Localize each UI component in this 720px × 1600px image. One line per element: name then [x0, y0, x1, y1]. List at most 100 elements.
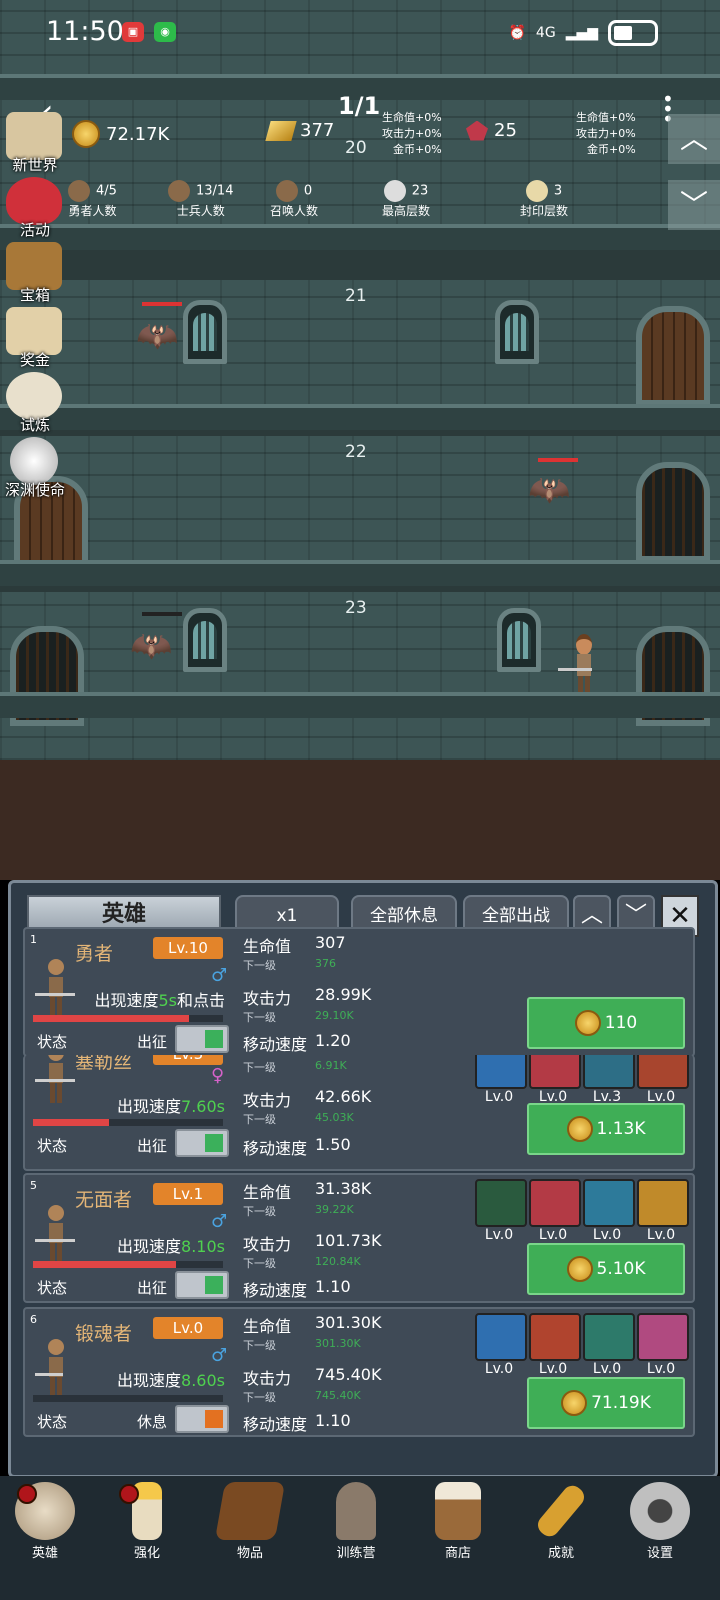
app-notification-icon: ▣	[122, 22, 144, 42]
side-item-label: 试炼	[19, 416, 50, 434]
equip-slot[interactable]: Lv.0	[637, 1179, 689, 1243]
equip-slot[interactable]: Lv.0	[529, 1055, 581, 1105]
atk-value: 28.99K	[315, 985, 372, 1004]
equip-slot[interactable]: Lv.3	[583, 1055, 635, 1105]
equip-slot[interactable]: Lv.0	[475, 1313, 527, 1377]
stat-value: 13/14	[196, 183, 234, 199]
side-item-trial[interactable]: 试炼	[0, 372, 70, 437]
nav-heroes[interactable]: 英雄	[5, 1482, 85, 1561]
equip-slot[interactable]: Lv.0	[637, 1313, 689, 1377]
atk-next-value: 45.03K	[315, 1111, 354, 1124]
next-label: 下一级	[243, 1011, 276, 1024]
stat-label: 封印层数	[520, 204, 569, 218]
deploy-toggle[interactable]	[175, 1129, 229, 1157]
side-item-bonus[interactable]: 奖金	[0, 307, 70, 372]
nav-label: 商店	[444, 1546, 471, 1561]
move-label: 移动速度	[243, 1281, 308, 1300]
equipment-slots: Lv.0 Lv.0 Lv.0 Lv.0	[475, 1179, 689, 1243]
coin-counter: 72.17K	[72, 120, 169, 148]
atk-value: 42.66K	[315, 1087, 372, 1106]
upgrade-button[interactable]: 5.10K	[527, 1243, 685, 1295]
hero-icon	[68, 180, 90, 202]
coin-icon	[566, 1116, 593, 1142]
equip-slot[interactable]: Lv.0	[583, 1313, 635, 1377]
side-item-events[interactable]: 活动	[0, 177, 70, 242]
seal-floor: 3 封印层数	[520, 180, 568, 219]
bottom-nav: 英雄 强化 物品 训练营 商店 成就 设置	[0, 1476, 720, 1600]
equip-level: Lv.0	[484, 1361, 514, 1377]
upgrade-button[interactable]: 110	[527, 997, 685, 1049]
gem-counter: 25	[466, 120, 517, 141]
nav-shop[interactable]: 商店	[418, 1482, 498, 1561]
side-item-new-world[interactable]: 新世界	[0, 112, 70, 177]
spawn-speed: 出现速度7.60s	[117, 1097, 225, 1116]
hero-portrait	[35, 1055, 75, 1103]
equip-level: Lv.0	[592, 1227, 622, 1243]
equip-slot[interactable]: Lv.0	[475, 1179, 527, 1243]
window	[183, 608, 227, 672]
nav-settings[interactable]: 设置	[620, 1482, 700, 1561]
page-indicator: 1/1	[338, 92, 381, 120]
atk-next-value: 120.84K	[315, 1255, 361, 1268]
system-icons: ⏰ 4G ▂▄▆	[508, 20, 658, 46]
next-label: 下一级	[243, 1391, 276, 1404]
nav-training[interactable]: 训练营	[316, 1482, 396, 1561]
bat-enemy: 🦇	[130, 626, 173, 666]
equip-slot[interactable]: Lv.0	[475, 1055, 527, 1105]
hp-next-value: 301.30K	[315, 1337, 361, 1350]
scroll-up-button[interactable]: ︿	[668, 114, 720, 164]
scroll-down-button[interactable]: ﹀	[668, 180, 720, 230]
hp-next-value: 6.91K	[315, 1059, 347, 1072]
atk-value: 101.73K	[315, 1231, 382, 1250]
window	[497, 608, 541, 672]
side-item-chest[interactable]: 宝箱	[0, 242, 70, 307]
stat-label: 召唤人数	[270, 204, 319, 218]
hero-card: 5 无面者 Lv.1 ♂ 出现速度8.10s 状态 出征 生命值 31.38K …	[23, 1173, 695, 1303]
upgrade-button[interactable]: 1.13K	[527, 1103, 685, 1155]
next-label: 下一级	[243, 959, 276, 972]
hp-value: 31.38K	[315, 1179, 372, 1198]
equip-slot[interactable]: Lv.0	[637, 1055, 689, 1105]
move-value: 1.10	[315, 1277, 351, 1296]
state-label: 状态	[37, 1413, 68, 1431]
key-icon	[533, 1481, 589, 1541]
deploy-toggle[interactable]	[175, 1025, 229, 1053]
nav-achievements[interactable]: 成就	[521, 1481, 601, 1561]
nav-label: 英雄	[31, 1546, 58, 1561]
hero-index: 5	[30, 1179, 37, 1192]
buff-list: 生命值+0% 攻击力+0% 金币+0%	[382, 110, 442, 158]
deploy-toggle[interactable]	[175, 1405, 229, 1433]
coin-value: 72.17K	[106, 123, 170, 145]
gem-value: 25	[494, 120, 517, 141]
battery-icon	[608, 20, 658, 46]
equip-slot[interactable]: Lv.0	[583, 1179, 635, 1243]
hammer-icon	[583, 1313, 635, 1361]
nav-items[interactable]: 物品	[210, 1482, 290, 1561]
rock-icon	[383, 180, 406, 202]
nav-enhance[interactable]: 强化	[107, 1482, 187, 1561]
summon-icon	[275, 180, 298, 202]
upgrade-cost: 1.13K	[596, 1119, 646, 1139]
buff-hp: 生命值+0%	[382, 111, 442, 124]
castle-icon	[6, 112, 62, 160]
move-value: 1.10	[315, 1411, 351, 1430]
nav-label: 训练营	[336, 1546, 376, 1561]
deploy-toggle[interactable]	[175, 1271, 229, 1299]
atk-next-value: 29.10K	[315, 1009, 354, 1022]
equip-slot[interactable]: Lv.0	[529, 1179, 581, 1243]
helmet-icon	[475, 1055, 527, 1089]
hero-level: Lv.10	[153, 937, 223, 959]
equip-slot[interactable]: Lv.0	[529, 1313, 581, 1377]
beer-mug-icon	[435, 1482, 481, 1540]
hero-portrait	[35, 1205, 75, 1263]
notification-dot	[17, 1484, 37, 1504]
side-item-abyss[interactable]: 深渊使命	[0, 437, 70, 502]
buff-atk: 攻击力+0%	[576, 127, 636, 140]
hero-hp-fill	[33, 1119, 109, 1126]
window	[183, 300, 227, 364]
armor-icon	[529, 1055, 581, 1089]
bat-enemy: 🦇	[136, 316, 179, 356]
upgrade-button[interactable]: 71.19K	[527, 1377, 685, 1429]
hero-level: Lv.0	[153, 1317, 223, 1339]
stat-value: 23	[411, 183, 429, 199]
